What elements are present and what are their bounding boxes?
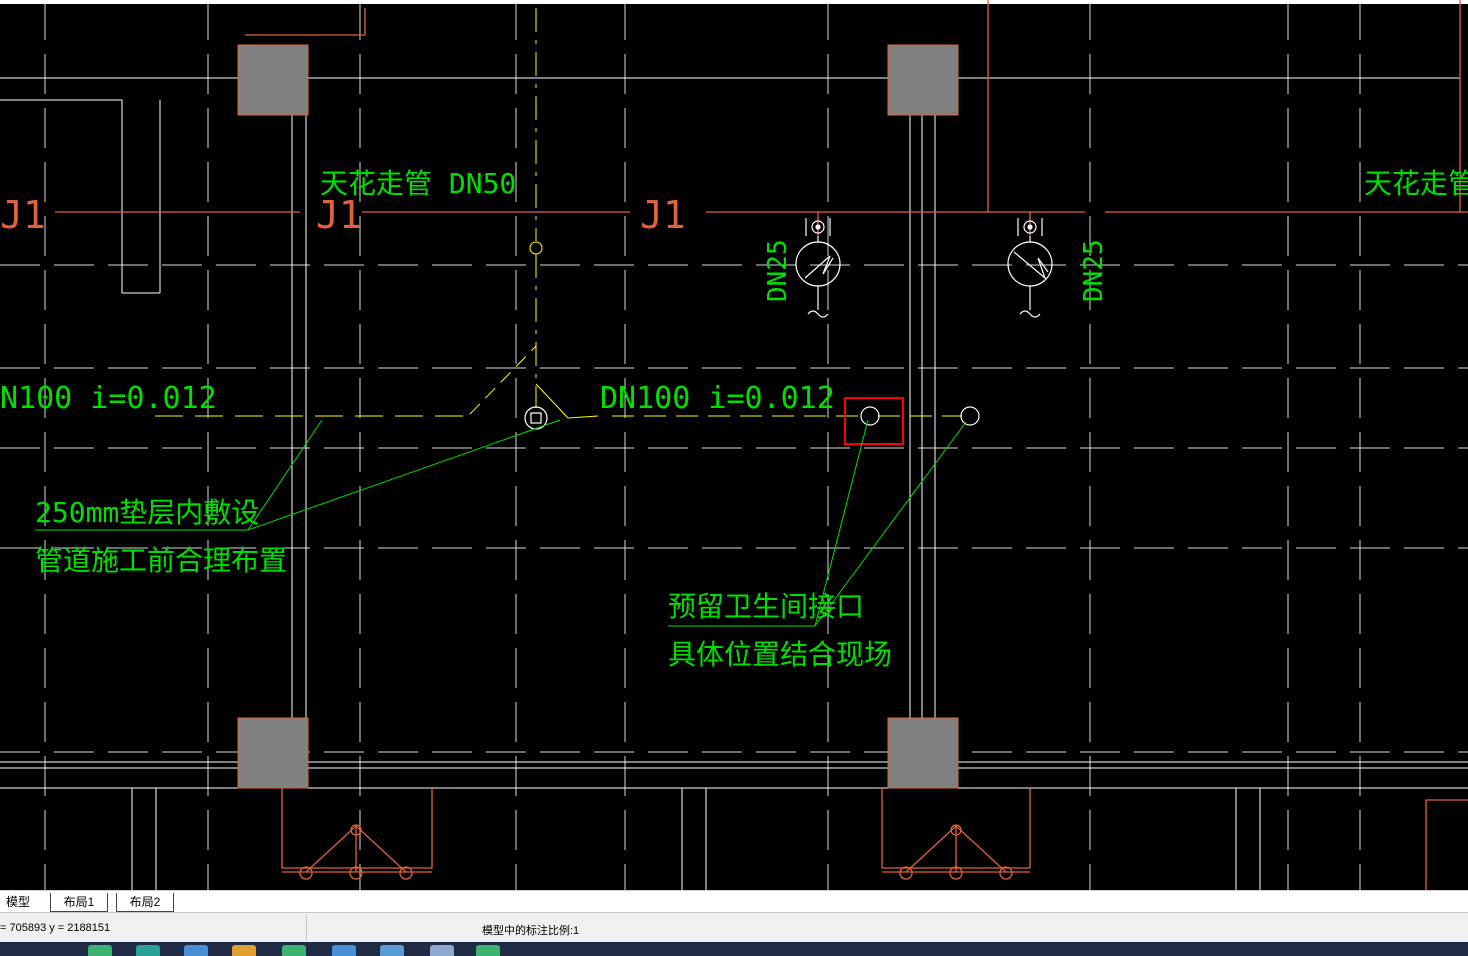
annotation-scale[interactable]: 模型中的标注比例:1 — [482, 922, 579, 938]
windows-taskbar — [0, 942, 1468, 956]
label-ceiling-pipe-1: 天花走管 DN50 — [320, 167, 516, 200]
app-icon[interactable] — [88, 945, 112, 956]
tab-model[interactable]: 模型 — [0, 893, 42, 911]
status-bar: = 705893 y = 2188151 模型中的标注比例:1 — [0, 912, 1468, 943]
top-ruler — [0, 0, 1468, 4]
app-icon[interactable] — [476, 945, 500, 956]
cursor-coordinates: = 705893 y = 2188151 — [0, 922, 111, 934]
label-dn25-a: DN25 — [763, 239, 793, 302]
layout-tab-bar: 模型 布局1 布局2 — [0, 890, 1468, 913]
folder-icon[interactable] — [232, 945, 256, 956]
app-icon[interactable] — [282, 945, 306, 956]
app-icon[interactable] — [380, 945, 404, 956]
status-separator — [306, 915, 307, 941]
note-right-line2: 具体位置结合现场 — [668, 638, 892, 671]
app-icon[interactable] — [136, 945, 160, 956]
label-slope-right: DN100 i=0.012 — [600, 381, 835, 416]
label-slope-left: N100 i=0.012 — [0, 381, 217, 416]
tab-layout2[interactable]: 布局2 — [116, 893, 174, 912]
label-j1-c: J1 — [640, 193, 686, 237]
tab-layout1[interactable]: 布局1 — [50, 893, 108, 912]
label-ceiling-pipe-2: 天花走管 D — [1364, 167, 1468, 200]
app-icon[interactable] — [332, 945, 356, 956]
note-left-line2: 管道施工前合理布置 — [35, 544, 287, 577]
label-dn25-b: DN25 — [1079, 239, 1109, 302]
app-icon[interactable] — [430, 945, 454, 956]
cad-drawing-canvas[interactable]: J1 J1 J1 天花走管 DN50 天花走管 D DN25 DN25 N100… — [0, 0, 1468, 890]
app-icon[interactable] — [184, 945, 208, 956]
note-left-line1: 250mm垫层内敷设 — [35, 496, 259, 529]
note-right-line1: 预留卫生间接口 — [668, 590, 864, 623]
label-j1-a: J1 — [0, 193, 46, 237]
